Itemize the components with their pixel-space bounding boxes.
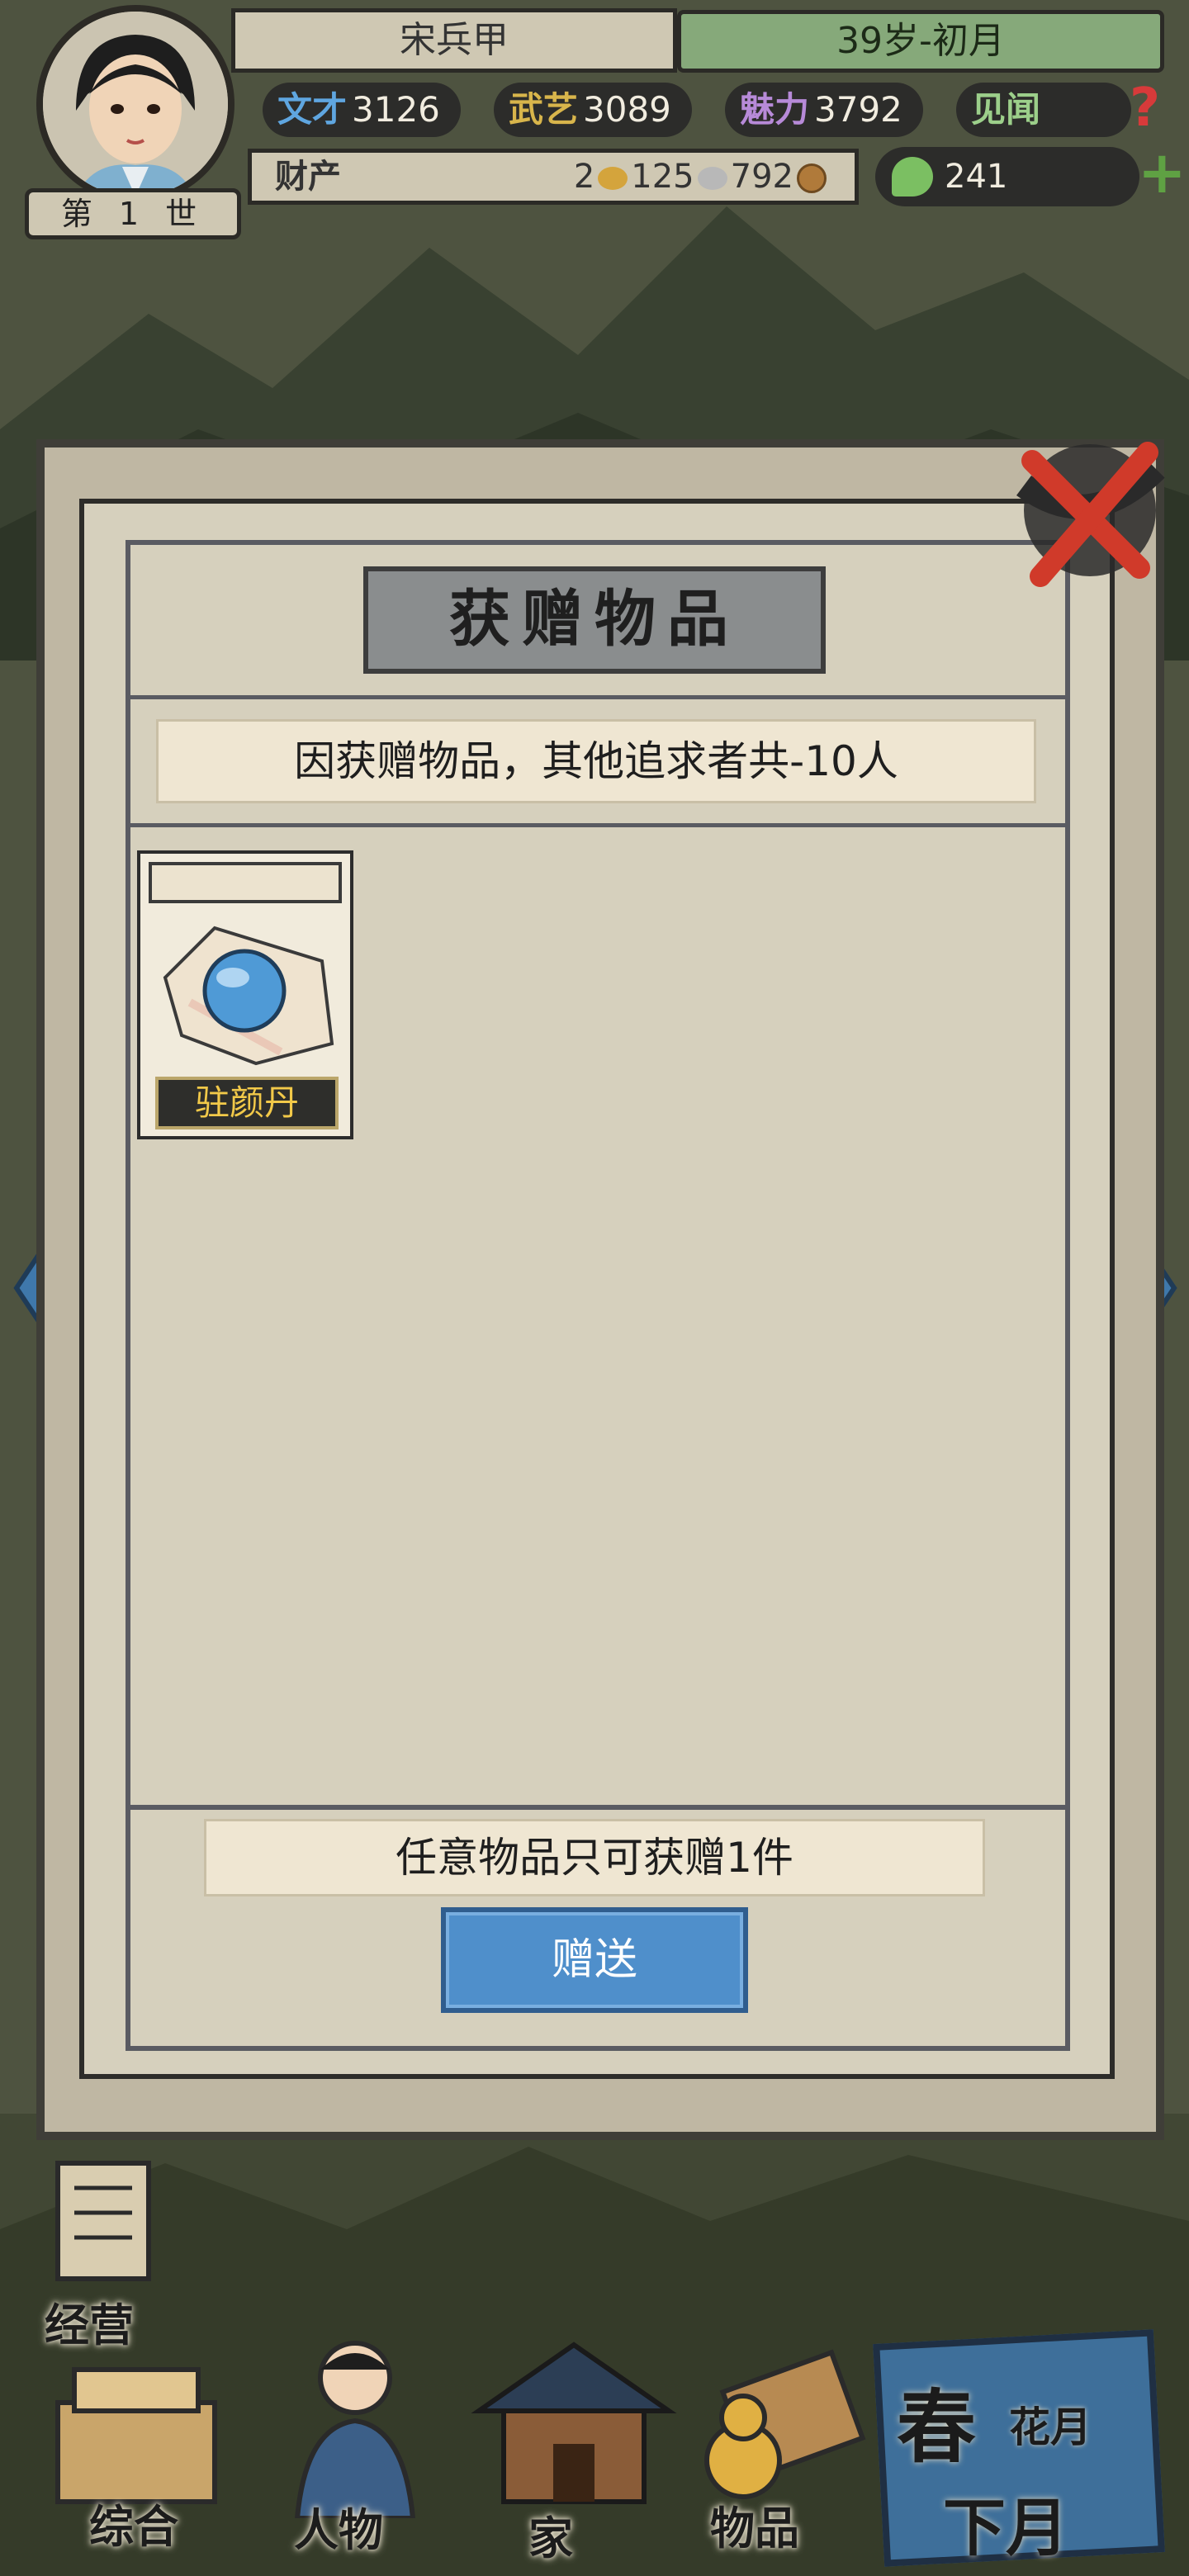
stat-label: 见闻 — [971, 89, 1041, 130]
copper-value: 792 — [730, 158, 793, 196]
stat-charm: 魅力 3792 — [725, 83, 923, 137]
jade-icon — [892, 157, 933, 197]
scroll-icon[interactable] — [33, 2147, 173, 2295]
copper-coin-icon — [797, 163, 827, 193]
modal-title: 获赠物品 — [363, 566, 826, 674]
player-name[interactable]: 宋兵甲 — [231, 8, 677, 73]
footer-divider — [130, 1805, 1068, 1810]
stat-label: 魅力 — [740, 89, 810, 130]
close-icon[interactable] — [991, 411, 1181, 601]
wealth-values: 2 125 792 — [574, 153, 830, 201]
item-slot-header — [149, 862, 342, 903]
age-month: 39岁-初月 — [677, 10, 1164, 73]
portrait-icon — [43, 12, 228, 197]
season-label: 春 — [897, 2380, 976, 2474]
jade-value: 241 — [945, 158, 1008, 196]
stat-knowledge: 见闻4775 — [956, 83, 1131, 184]
stat-label: 武艺 — [509, 89, 579, 130]
generation-badge: 第 1 世 — [25, 188, 241, 239]
pill-icon — [163, 926, 334, 1066]
jade-currency: 241 — [875, 147, 1139, 206]
gold-ingot-icon — [598, 167, 628, 190]
gourd-icon — [704, 2349, 866, 2499]
avatar[interactable] — [36, 5, 234, 203]
nav-home[interactable]: 家 — [528, 2502, 573, 2567]
notice-banner: 因获赠物品，其他追求者共-10人 — [159, 722, 1034, 801]
question-icon[interactable]: ? — [1130, 81, 1177, 135]
person-icon — [294, 2341, 416, 2518]
silver-ingot-icon — [697, 167, 727, 190]
gold-value: 2 — [573, 158, 595, 196]
nav-items[interactable]: 物品 — [710, 2492, 799, 2557]
wealth-bar: 财产 2 125 792 — [248, 149, 859, 205]
stat-martial: 武艺 3089 — [494, 83, 692, 137]
stat-value: 3792 — [814, 89, 902, 130]
nav-manage[interactable]: 经营 — [45, 2289, 134, 2354]
stat-literary: 文才 3126 — [263, 83, 461, 137]
silver-value: 125 — [631, 158, 694, 196]
stat-value: 3126 — [352, 89, 440, 130]
item-name: 驻颜丹 — [155, 1077, 339, 1129]
house-icon — [471, 2342, 677, 2504]
gift-button[interactable]: 赠送 — [441, 1907, 748, 2013]
wealth-label: 财产 — [275, 157, 341, 196]
item-slot[interactable]: 驻颜丹 — [137, 850, 353, 1139]
rule-banner: 任意物品只可获赠1件 — [206, 1821, 983, 1894]
next-month-button[interactable]: 下月 — [943, 2477, 1068, 2568]
stat-label: 文才 — [277, 89, 348, 130]
month-label: 花月 — [1009, 2403, 1092, 2451]
plus-icon[interactable]: + — [1138, 144, 1187, 201]
nav-overview[interactable]: 综合 — [89, 2490, 178, 2555]
nav-character[interactable]: 人物 — [294, 2493, 383, 2559]
top-hud: 第 1 世 宋兵甲 39岁-初月 文才 3126 武艺 3089 魅力 3792 见闻… — [0, 0, 1189, 239]
stat-value: 3089 — [583, 89, 671, 130]
